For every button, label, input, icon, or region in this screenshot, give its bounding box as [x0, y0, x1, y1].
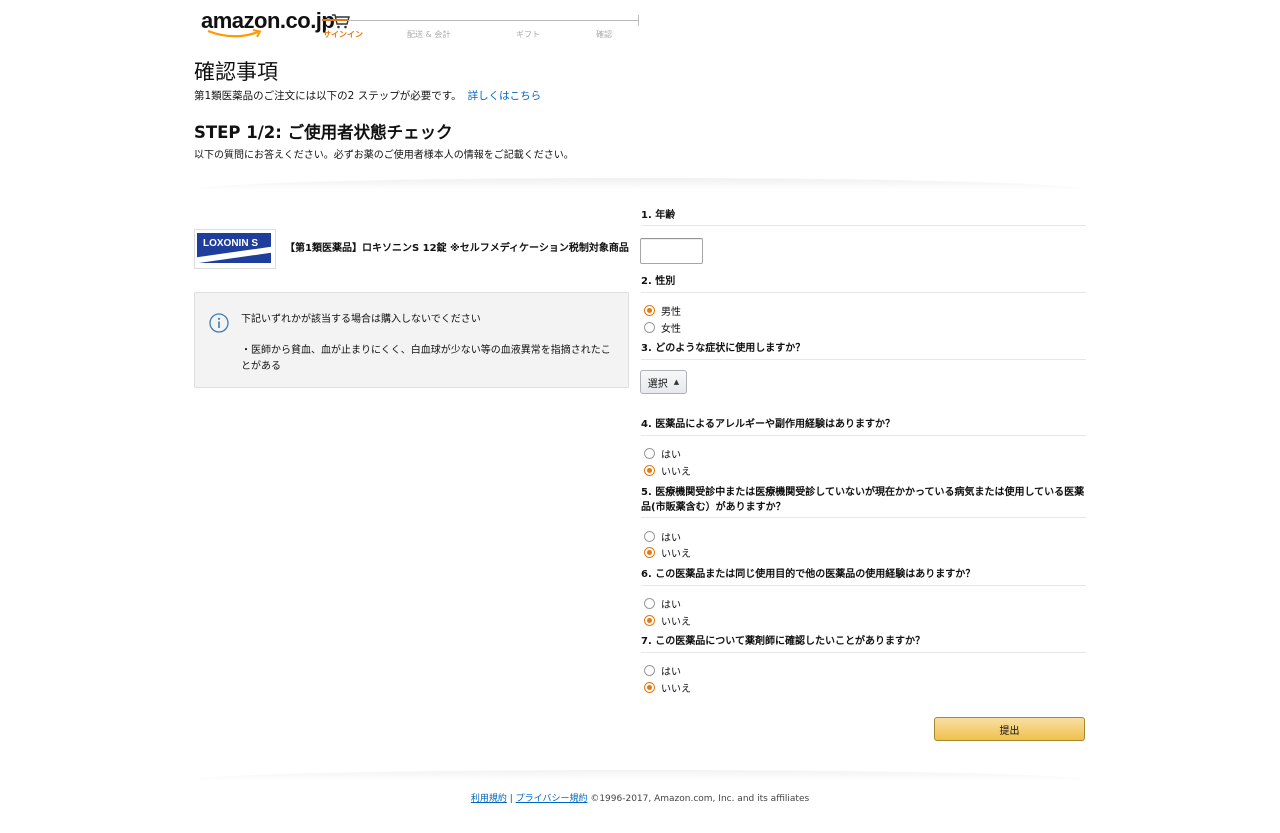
question-1-rule	[641, 225, 1086, 226]
step-heading: STEP 1/2: ご使用者状態チェック	[194, 123, 453, 142]
product-title: 【第1類医薬品】ロキソニンS 12錠 ※セルフメディケーション税制対象商品	[285, 243, 629, 254]
question-5-rule	[641, 517, 1086, 518]
notice-item: ・医師から貧血、血が止まりにくく、白血球が少ない等の血液異常を指摘されたことがあ…	[241, 345, 611, 372]
q4-yes-radio[interactable]	[644, 447, 655, 459]
select-arrows-icon: ▲	[673, 378, 680, 386]
q5-no-option[interactable]: いいえ	[644, 545, 691, 560]
gender-male-label: 男性	[661, 306, 681, 318]
q6-yes-label: はい	[661, 599, 681, 611]
step-confirm: 確認	[596, 30, 612, 39]
progress-end	[638, 15, 639, 26]
q4-yes-option[interactable]: はい	[644, 446, 681, 461]
question-2-rule	[641, 292, 1086, 293]
copyright: ©1996-2017, Amazon.com, Inc. and its aff…	[590, 794, 810, 804]
q5-yes-label: はい	[661, 532, 681, 544]
step-description: 以下の質問にお答えください。必ずお薬のご使用者様本人の情報をご記載ください。	[194, 150, 574, 161]
q7-no-option[interactable]: いいえ	[644, 680, 691, 695]
q7-no-radio[interactable]	[644, 681, 655, 693]
q5-no-label: いいえ	[661, 548, 691, 560]
q7-yes-label: はい	[661, 666, 681, 678]
notice-heading: 下記いずれかが該当する場合は購入しないでください	[241, 314, 481, 325]
q5-yes-radio[interactable]	[644, 530, 655, 542]
q4-no-label: いいえ	[661, 466, 691, 478]
step-signin: サインイン	[323, 30, 363, 39]
gender-male-option[interactable]: 男性	[644, 303, 681, 318]
age-input[interactable]	[640, 238, 703, 264]
step-shipping: 配送 & 会計	[407, 30, 451, 39]
question-6-rule	[641, 585, 1086, 586]
q5-no-radio[interactable]	[644, 546, 655, 558]
q6-yes-radio[interactable]	[644, 597, 655, 609]
q6-no-radio[interactable]	[644, 614, 655, 626]
q6-no-label: いいえ	[661, 616, 691, 628]
question-3-rule	[641, 359, 1086, 360]
subtitle-text: 第1類医薬品のご注文には以下の2 ステップが必要です。	[194, 90, 462, 102]
q4-yes-label: はい	[661, 449, 681, 461]
product-image-text: LOXONIN S	[203, 238, 259, 249]
footer-separator: |	[509, 794, 513, 804]
q7-yes-option[interactable]: はい	[644, 663, 681, 678]
terms-link[interactable]: 利用規約	[471, 794, 507, 804]
product-image: LOXONIN S	[194, 229, 276, 269]
q4-no-option[interactable]: いいえ	[644, 463, 691, 478]
question-4-rule	[641, 435, 1086, 436]
q7-yes-radio[interactable]	[644, 664, 655, 676]
question-1-label: 1. 年齢	[641, 210, 676, 221]
question-4-label: 4. 医薬品によるアレルギーや副作用経験はありますか？	[641, 419, 895, 430]
question-3-label: 3. どのような症状に使用しますか？	[641, 343, 806, 354]
gender-male-radio[interactable]	[644, 304, 655, 316]
question-2-label: 2. 性別	[641, 276, 676, 287]
details-link[interactable]: 詳しくはこちら	[468, 90, 542, 102]
step-gift: ギフト	[516, 30, 540, 39]
q5-yes-option[interactable]: はい	[644, 529, 681, 544]
footer-divider	[194, 770, 1086, 780]
page-title: 確認事項	[194, 60, 278, 84]
gender-female-label: 女性	[661, 323, 681, 335]
q7-no-label: いいえ	[661, 683, 691, 695]
info-icon	[209, 313, 229, 333]
submit-button[interactable]: 提出	[934, 717, 1085, 741]
q6-yes-option[interactable]: はい	[644, 596, 681, 611]
privacy-link[interactable]: プライバシー規約	[516, 794, 588, 804]
section-divider	[194, 178, 1086, 190]
progress-track	[345, 20, 639, 21]
question-5-label: 5. 医療機関受診中または医療機関受診していないが現在かかっている病気または使用…	[641, 487, 1085, 513]
gender-female-radio[interactable]	[644, 321, 655, 333]
symptom-select[interactable]: 選択 ▲	[640, 370, 687, 394]
gender-female-option[interactable]: 女性	[644, 320, 681, 335]
q6-no-option[interactable]: いいえ	[644, 613, 691, 628]
cart-icon	[332, 14, 350, 29]
q4-no-radio[interactable]	[644, 464, 655, 476]
question-7-label: 7. この医薬品について薬剤師に確認したいことがありますか？	[641, 636, 925, 647]
symptom-select-value: 選択	[647, 378, 668, 390]
subtitle: 第1類医薬品のご注文には以下の2 ステップが必要です。 詳しくはこちら	[194, 88, 541, 103]
question-6-label: 6. この医薬品または同じ使用目的で他の医薬品の使用経験はありますか？	[641, 569, 976, 580]
footer: 利用規約 | プライバシー規約 ©1996-2017, Amazon.com, …	[0, 791, 1280, 804]
question-7-rule	[641, 652, 1086, 653]
progress-active	[322, 19, 348, 21]
amazon-smile-icon	[207, 29, 262, 38]
